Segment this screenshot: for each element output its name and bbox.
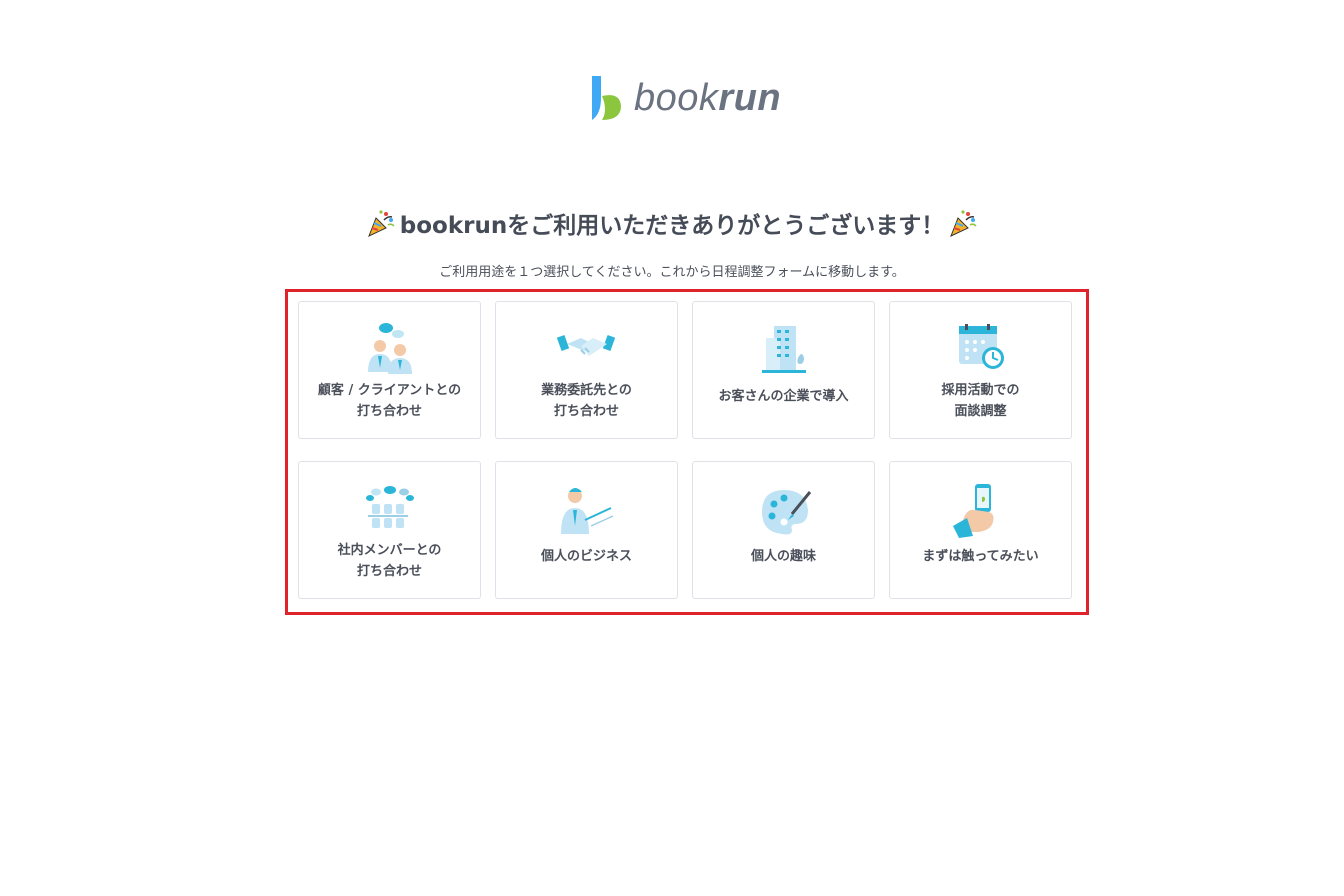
option-label: お客さんの企業で導入 — [718, 389, 849, 404]
option-client-meeting[interactable]: 顧客 / クライアントとの 打ち合わせ — [298, 301, 481, 439]
presenter-icon — [560, 488, 613, 534]
option-personal-hobby[interactable]: 個人の趣味 — [692, 461, 875, 599]
office-building-icon — [761, 326, 806, 373]
option-label: 採用活動での 面談調整 — [941, 383, 1020, 419]
headline-text: bookrunをご利用いただきありがとうございます！ — [399, 213, 945, 239]
option-try-first[interactable]: まずは触ってみたい — [889, 461, 1072, 599]
option-label: 社内メンバーとの 打ち合わせ — [337, 543, 442, 579]
handshake-icon — [556, 335, 615, 356]
team-meeting-icon — [365, 486, 414, 528]
option-contractor-meeting[interactable]: 業務委託先との 打ち合わせ — [495, 301, 678, 439]
option-label: 顧客 / クライアントとの 打ち合わせ — [317, 383, 462, 419]
logo-wordmark: bookrun — [634, 76, 782, 119]
hand-smartphone-icon — [952, 484, 993, 538]
client-meeting-icon — [367, 323, 412, 374]
option-label: まずは触ってみたい — [922, 549, 1039, 564]
option-label: 個人の趣味 — [750, 549, 816, 564]
option-customer-company[interactable]: お客さんの企業で導入 — [692, 301, 875, 439]
party-popper-icon — [950, 210, 977, 237]
palette-icon — [761, 490, 811, 535]
bookrun-logo-mark-icon — [592, 76, 621, 120]
instruction-text: ご利用用途を１つ選択してください。これから日程調整フォームに移動します。 — [439, 265, 905, 280]
option-label: 業務委託先との 打ち合わせ — [541, 383, 632, 419]
option-internal-meeting[interactable]: 社内メンバーとの 打ち合わせ — [298, 461, 481, 599]
page-title: bookrunをご利用いただきありがとうございます！ — [0, 206, 1344, 240]
option-recruitment[interactable]: 採用活動での 面談調整 — [889, 301, 1072, 439]
option-personal-business[interactable]: 個人のビジネス — [495, 461, 678, 599]
calendar-clock-icon — [958, 324, 1004, 369]
bookrun-logo: bookrun — [588, 74, 781, 122]
party-popper-icon — [367, 210, 395, 237]
option-label: 個人のビジネス — [540, 549, 632, 564]
